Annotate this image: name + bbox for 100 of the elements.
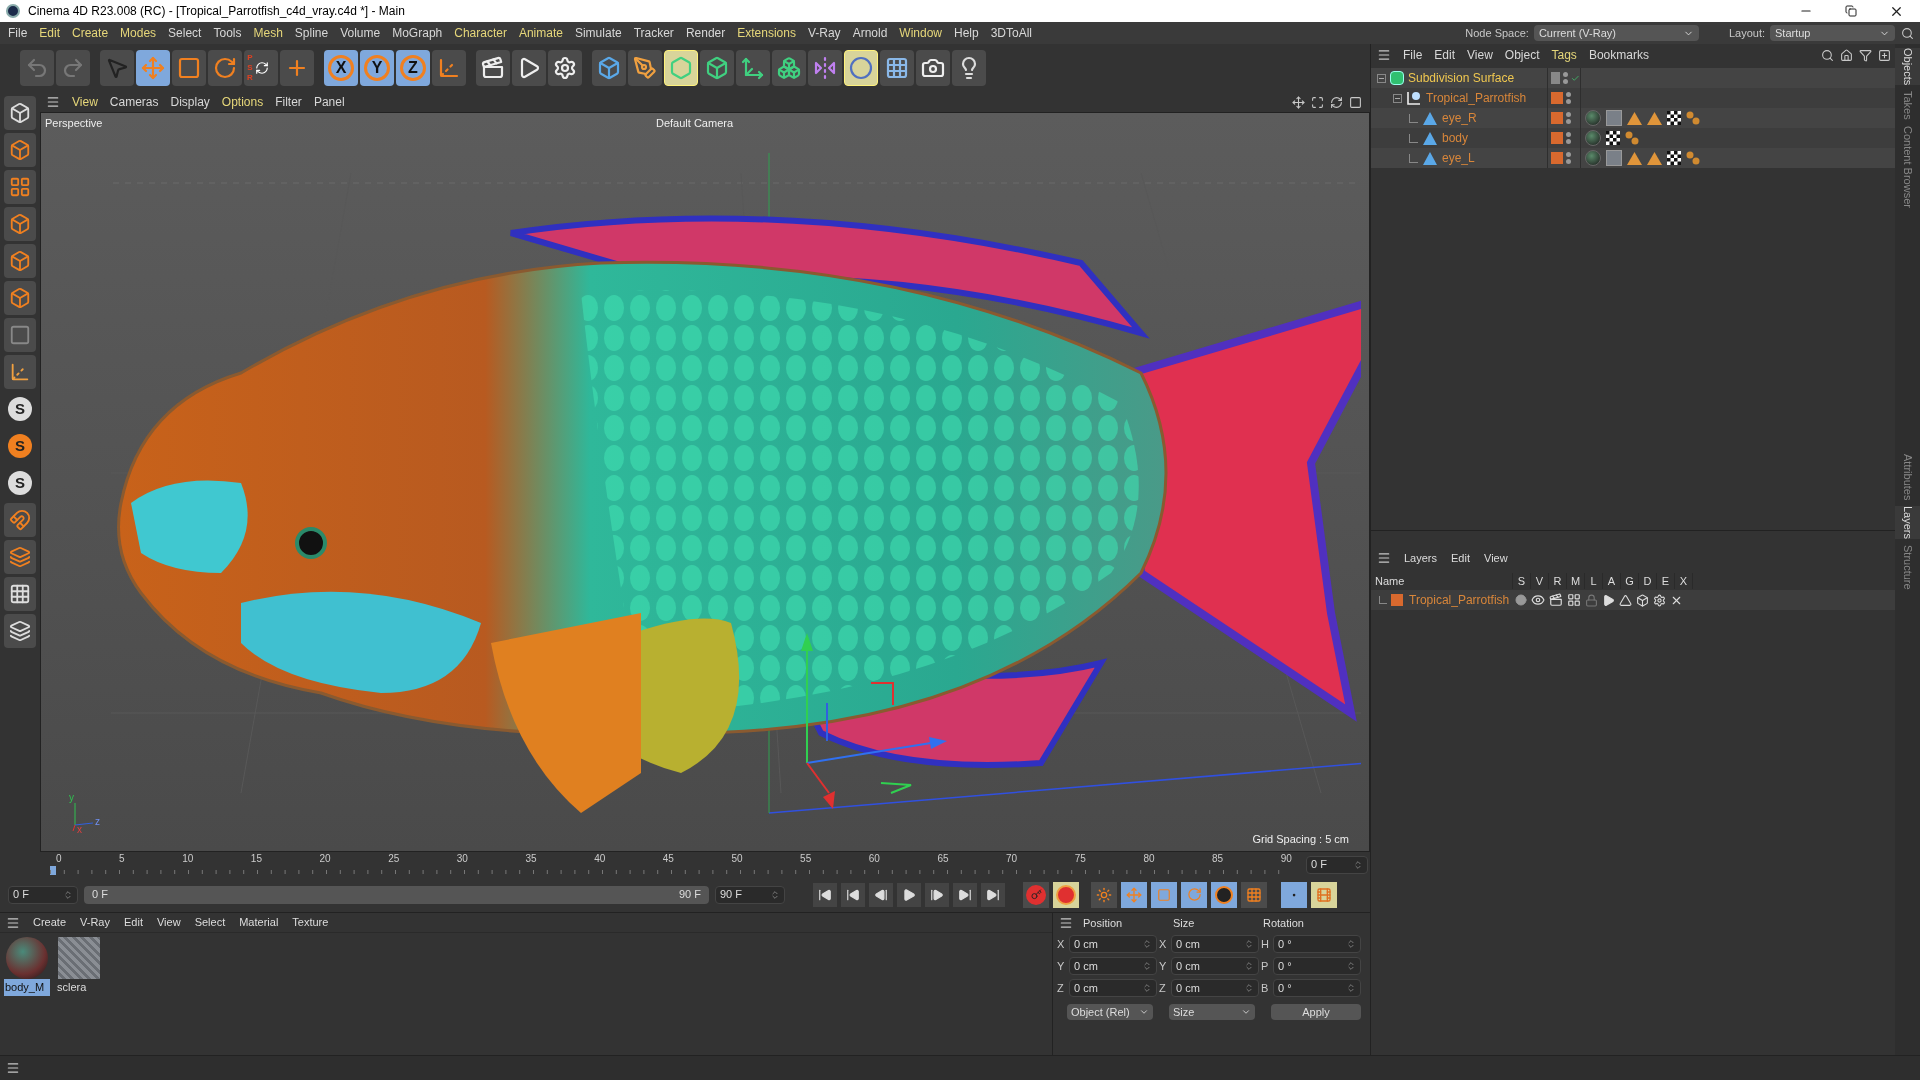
axis-lock-button[interactable]: Y (360, 50, 394, 86)
object-name[interactable]: body (1442, 129, 1469, 147)
triangle-tag-icon[interactable] (1647, 151, 1662, 165)
side-tab[interactable]: Objects (1895, 48, 1920, 86)
playhead-marker[interactable] (50, 866, 56, 875)
visibility-dots-icon[interactable] (1566, 92, 1571, 104)
parameter-key-icon[interactable] (1211, 881, 1237, 908)
rotation-field[interactable]: 0 ° (1273, 957, 1361, 975)
skip-forward-icon[interactable] (981, 882, 1005, 907)
preview-range-slider[interactable]: 0 F 90 F (84, 885, 709, 904)
material-tag-icon[interactable] (1585, 130, 1601, 146)
plane-icon[interactable] (4, 540, 36, 574)
menu-icon[interactable] (1059, 916, 1073, 930)
menu-item[interactable]: Extensions (731, 24, 802, 42)
camera-icon[interactable] (916, 50, 950, 86)
material-grid-thumbnail[interactable] (58, 937, 100, 979)
layer-color-swatch[interactable] (1551, 152, 1563, 164)
next-key-icon[interactable] (953, 882, 977, 907)
triangle-tag-icon[interactable] (1627, 111, 1642, 125)
material-menu-item[interactable]: Create (26, 914, 74, 931)
grid-icon[interactable] (4, 577, 36, 611)
points-mode-icon[interactable] (4, 207, 36, 241)
material-menu-item[interactable]: V-Ray (73, 914, 117, 931)
skip-back-icon[interactable] (813, 882, 837, 907)
start-frame-field[interactable]: 0 F (8, 885, 78, 904)
menu-icon[interactable] (1377, 48, 1391, 62)
play-icon[interactable] (897, 882, 921, 907)
side-tab[interactable]: Attributes (1895, 454, 1920, 501)
magnet-icon[interactable] (4, 503, 36, 537)
visibility-dots-icon[interactable] (1566, 132, 1571, 144)
material-menu-item[interactable]: Select (187, 914, 233, 931)
undo-icon[interactable] (20, 50, 54, 86)
current-frame-field[interactable]: 0 F (1306, 855, 1368, 874)
settings-icon[interactable] (548, 50, 582, 86)
menu-item[interactable]: Simulate (568, 24, 628, 42)
triangle-tag-icon[interactable] (1627, 151, 1642, 165)
edit-icon[interactable] (1551, 72, 1561, 84)
material-sphere-thumbnail[interactable] (6, 937, 48, 979)
dots-tag-icon[interactable] (1686, 111, 1700, 125)
menu-item[interactable]: Render (679, 24, 732, 42)
objects-menu-item[interactable]: File (1397, 46, 1429, 64)
axis-icon[interactable] (432, 50, 466, 86)
size-mode-dropdown[interactable]: Size (1169, 1004, 1255, 1020)
camera-label[interactable]: Default Camera (656, 115, 734, 132)
menu-icon[interactable] (6, 915, 20, 930)
point-level-icon[interactable] (1241, 881, 1267, 908)
layer-column-header[interactable]: M (1567, 572, 1585, 590)
axis-lock-button[interactable]: Z (396, 50, 430, 86)
checker-tag-icon[interactable] (1667, 151, 1681, 165)
viewport-background[interactable]: Perspective Default Camera Grid Spacing : 5 cm y z x (40, 112, 1370, 852)
layer-column-header[interactable]: E (1657, 572, 1675, 590)
size-field[interactable]: 0 cm (1171, 935, 1259, 953)
step-back-icon[interactable] (869, 882, 893, 907)
layer-column-header[interactable]: Name (1371, 572, 1513, 590)
visibility-dots-icon[interactable] (1566, 152, 1571, 164)
material-name[interactable]: body_M (4, 979, 50, 996)
node-space-dropdown[interactable]: Current (V-Ray) (1533, 25, 1699, 41)
objects-menu-item[interactable]: Object (1498, 46, 1546, 64)
menu-item[interactable]: Character (448, 24, 513, 42)
viewport-menu-item[interactable]: View (66, 93, 104, 111)
menu-item[interactable]: Mesh (247, 24, 289, 42)
material-menu-item[interactable]: Material (232, 914, 286, 931)
apply-button[interactable]: Apply (1271, 1004, 1361, 1020)
menu-item[interactable]: File (2, 24, 34, 42)
size-field[interactable]: 0 cm (1171, 979, 1259, 997)
objects-menu-item[interactable]: Bookmarks (1582, 46, 1655, 64)
viewport-menu-item[interactable]: Display (164, 93, 216, 111)
clapperboard-icon[interactable] (476, 50, 510, 86)
filmstrip-icon[interactable] (1311, 881, 1337, 908)
layer-column-header[interactable]: G (1621, 572, 1639, 590)
axis-gizmo-drawing[interactable] (801, 633, 947, 809)
uv-mode-icon[interactable] (4, 318, 36, 352)
collapse-icon[interactable] (1377, 73, 1386, 83)
stepper-arrows-icon[interactable] (1353, 859, 1363, 870)
position-field[interactable]: 0 cm (1069, 979, 1157, 997)
menu-item[interactable]: Select (162, 24, 208, 42)
layer-column-header[interactable]: X (1675, 572, 1693, 590)
side-tab[interactable]: Takes (1895, 91, 1920, 121)
viewport-menu-item[interactable]: Panel (307, 93, 351, 111)
redo-icon[interactable] (56, 50, 90, 86)
object-name[interactable]: Subdivision Surface (1408, 69, 1515, 87)
axis-lock-button[interactable]: X (324, 50, 358, 86)
stepper-arrows-icon[interactable] (1244, 961, 1254, 971)
rotation-key-icon[interactable] (1181, 881, 1207, 908)
step-forward-icon[interactable] (925, 882, 949, 907)
polygons-mode-icon[interactable] (4, 281, 36, 315)
menu-item[interactable]: Window (893, 24, 948, 42)
layer-column-header[interactable]: L (1585, 572, 1603, 590)
deformer-icon[interactable] (844, 50, 878, 86)
render-icon[interactable] (512, 50, 546, 86)
menu-icon[interactable] (6, 1061, 20, 1075)
model-mode-icon[interactable] (4, 96, 36, 130)
layers-menu-item[interactable]: View (1477, 549, 1515, 567)
light-icon[interactable] (952, 50, 986, 86)
menu-item[interactable]: Tracker (627, 24, 680, 42)
material-name[interactable]: sclera (56, 979, 102, 996)
triangle-tag-icon[interactable] (1647, 111, 1662, 125)
visibility-dots-icon[interactable] (1566, 112, 1571, 124)
extrude-icon[interactable] (700, 50, 734, 86)
material-menu-item[interactable]: Edit (117, 914, 150, 931)
